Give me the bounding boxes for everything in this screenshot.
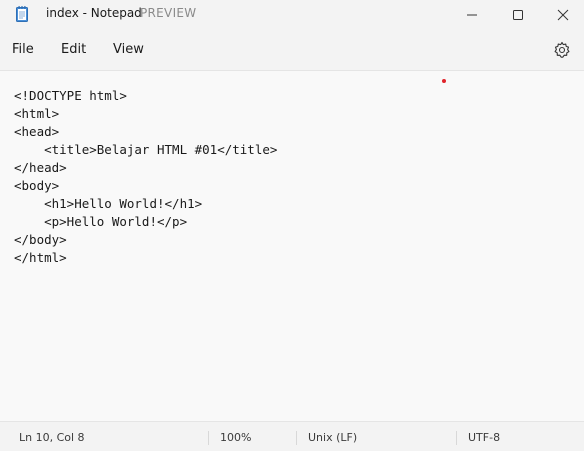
editor-content[interactable]: <!DOCTYPE html> <html> <head> <title>Belaj… <box>14 87 277 267</box>
close-icon <box>557 6 569 25</box>
cursor-marker <box>442 79 446 83</box>
gear-icon <box>552 41 572 64</box>
line-ending[interactable]: Unix (LF) <box>308 431 357 444</box>
minimize-button[interactable] <box>449 0 495 30</box>
code-line: <p>Hello World!</p> <box>14 214 188 229</box>
settings-button[interactable] <box>552 40 572 60</box>
menu-view[interactable]: View <box>113 42 144 57</box>
menu-bar: File Edit View <box>0 30 584 71</box>
text-editor[interactable]: <!DOCTYPE html> <html> <head> <title>Belaj… <box>0 71 584 420</box>
code-line: <body> <box>14 178 60 193</box>
status-divider <box>296 431 297 445</box>
cursor-position[interactable]: Ln 10, Col 8 <box>19 431 85 444</box>
code-line: </html> <box>14 250 67 265</box>
status-divider <box>208 431 209 445</box>
window-title: index - Notepad <box>46 6 142 20</box>
code-line: <title>Belajar HTML #01</title> <box>14 142 278 157</box>
notepad-icon <box>16 6 28 22</box>
code-line: <!DOCTYPE html> <box>14 88 127 103</box>
status-bar: Ln 10, Col 8 100% Unix (LF) UTF-8 <box>0 421 584 451</box>
preview-badge: PREVIEW <box>140 6 197 20</box>
zoom-level[interactable]: 100% <box>220 431 251 444</box>
encoding[interactable]: UTF-8 <box>468 431 500 444</box>
maximize-button[interactable] <box>495 0 541 30</box>
status-divider <box>456 431 457 445</box>
code-line: <head> <box>14 124 60 139</box>
minimize-icon <box>466 6 478 25</box>
notepad-window: index - Notepad PREVIEW File Edit View <… <box>0 0 584 451</box>
code-line: <h1>Hello World!</h1> <box>14 196 203 211</box>
menu-file[interactable]: File <box>12 42 34 57</box>
code-line: <html> <box>14 106 60 121</box>
maximize-icon <box>512 6 524 25</box>
menu-edit[interactable]: Edit <box>61 42 86 57</box>
code-line: </head> <box>14 160 67 175</box>
title-bar[interactable]: index - Notepad PREVIEW <box>0 0 584 30</box>
code-line: </body> <box>14 232 67 247</box>
close-button[interactable] <box>540 0 584 30</box>
